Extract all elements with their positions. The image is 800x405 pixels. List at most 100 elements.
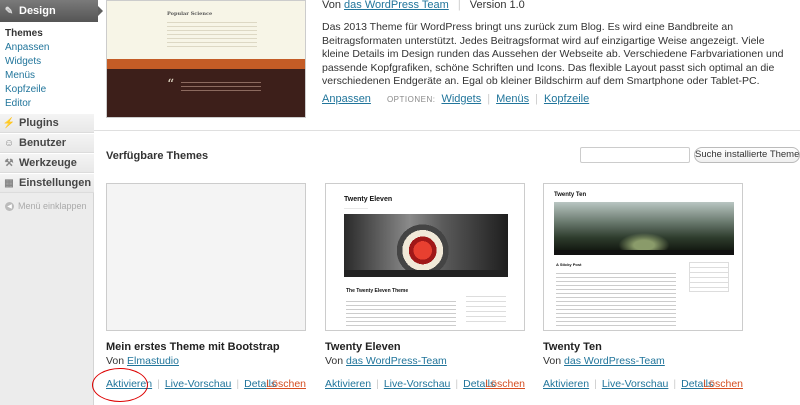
current-theme-description: Das 2013 Theme für WordPress bringt uns … [322, 21, 784, 87]
menu-design-label: Design [19, 5, 56, 17]
option-menus-link[interactable]: Menüs [496, 93, 529, 105]
design-submenu: Themes Anpassen Widgets Menüs Kopfzeile … [0, 22, 94, 114]
screenshot-nav-bar [344, 270, 508, 277]
theme-actions: Aktivieren | Live-Vorschau | Details Lös… [325, 378, 525, 390]
screenshot-site-title: Twenty Ten [554, 192, 587, 198]
screenshot-header-image [344, 214, 508, 270]
current-theme-screenshot: Popular Science “ [106, 0, 306, 118]
theme-author-link[interactable]: das WordPress-Team [564, 355, 665, 367]
screenshot-sidebar-lines [466, 292, 506, 326]
by-prefix: Von [543, 355, 562, 367]
screenshot-text-lines [167, 19, 257, 49]
screenshot-post-title: The Twenty Eleven Theme [346, 288, 409, 294]
theme-screenshot-twenty-ten[interactable]: Twenty Ten A Sticky Post [543, 183, 743, 331]
current-theme-version: Version 1.0 [469, 0, 525, 11]
search-installed-themes-button[interactable]: Suche installierte Themes [694, 147, 800, 163]
option-widgets-link[interactable]: Widgets [441, 93, 481, 105]
action-separator: | [673, 378, 677, 390]
theme-screenshot-twenty-eleven[interactable]: Twenty Eleven ———————— The Twenty Eleven… [325, 183, 525, 331]
screenshot-text-lines [556, 270, 676, 326]
menu-tools-label: Werkzeuge [19, 157, 77, 169]
menu-plugins[interactable]: ⚡ Plugins [0, 113, 94, 133]
theme-author: Von das WordPress-Team [325, 355, 525, 367]
collapse-menu-label: Menü einklappen [18, 201, 87, 211]
theme-author-link[interactable]: Elmastudio [127, 355, 179, 367]
screenshot-tagline-line: ———————— [344, 206, 368, 210]
action-separator: | [376, 378, 379, 390]
screenshot-site-title: Twenty Eleven [344, 196, 393, 203]
screenshot-orange-band [107, 59, 305, 69]
tools-icon: ⚒ [4, 157, 14, 169]
byline-separator: | [457, 0, 461, 11]
menu-tools[interactable]: ⚒ Werkzeuge [0, 153, 94, 173]
theme-author: Von das WordPress-Team [543, 355, 743, 367]
option-header-link[interactable]: Kopfzeile [544, 93, 589, 105]
by-prefix: Von [322, 0, 341, 11]
menu-settings-label: Einstellungen [19, 177, 92, 189]
theme-actions: Aktivieren | Live-Vorschau | Details Lös… [543, 378, 743, 390]
submenu-editor[interactable]: Editor [0, 96, 94, 110]
submenu-customize[interactable]: Anpassen [0, 40, 94, 54]
menu-settings[interactable]: ▦ Einstellungen [0, 173, 94, 193]
activate-link[interactable]: Aktivieren [543, 378, 589, 390]
screenshot-post-title: A Sticky Post [556, 262, 582, 267]
live-preview-link[interactable]: Live-Vorschau [384, 378, 451, 390]
theme-card-twenty-eleven: Twenty Eleven ———————— The Twenty Eleven… [325, 183, 525, 390]
options-label: OPTIONEN: [386, 94, 436, 104]
screenshot-post-title: Popular Science [167, 11, 213, 17]
current-theme-info: Von das WordPress Team | Version 1.0 Das… [322, 0, 792, 105]
delete-link[interactable]: Löschen [703, 378, 743, 390]
menu-users-label: Benutzer [19, 137, 67, 149]
available-themes-heading: Verfügbare Themes [106, 150, 209, 162]
action-separator: | [157, 378, 160, 390]
live-preview-link[interactable]: Live-Vorschau [602, 378, 669, 390]
quote-icon: “ [167, 77, 175, 93]
theme-name: Mein erstes Theme mit Bootstrap [106, 341, 280, 353]
delete-link[interactable]: Löschen [266, 378, 306, 390]
brush-icon: ✎ [4, 5, 14, 17]
settings-icon: ▦ [4, 177, 14, 189]
section-divider [94, 130, 800, 131]
menu-users[interactable]: ☺ Benutzer [0, 133, 94, 153]
screenshot-header-image [554, 202, 734, 250]
submenu-widgets[interactable]: Widgets [0, 54, 94, 68]
action-separator: | [236, 378, 240, 390]
submenu-header[interactable]: Kopfzeile [0, 82, 94, 96]
collapse-menu[interactable]: ◀ Menü einklappen [0, 198, 94, 214]
activate-link[interactable]: Aktivieren [325, 378, 371, 390]
by-prefix: Von [325, 355, 344, 367]
theme-author: Von Elmastudio [106, 355, 306, 367]
highlight-circle-annotation [92, 368, 148, 402]
theme-name: Twenty Ten [543, 341, 602, 353]
screenshot-text-lines [346, 298, 456, 326]
screenshot-dark-band: “ [107, 69, 305, 117]
current-theme-author-link[interactable]: das WordPress Team [344, 0, 449, 11]
theme-name: Twenty Eleven [325, 341, 401, 353]
menu-design[interactable]: ✎ Design [0, 0, 103, 22]
action-separator: | [455, 378, 459, 390]
screenshot-quote-lines [181, 79, 261, 93]
theme-search-input[interactable] [580, 147, 690, 163]
admin-sidebar: ✎ Design Themes Anpassen Widgets Menüs K… [0, 0, 103, 405]
by-prefix: Von [106, 355, 125, 367]
submenu-themes[interactable]: Themes [0, 26, 94, 40]
screenshot-nav-bar [554, 250, 734, 255]
current-theme-options: Anpassen OPTIONEN: Widgets | Menüs | Kop… [322, 93, 589, 105]
menu-plugins-label: Plugins [19, 117, 59, 129]
screenshot-header-area: Popular Science [107, 1, 305, 59]
theme-card-bootstrap: Mein erstes Theme mit Bootstrap Von Elma… [106, 183, 306, 390]
theme-screenshot-placeholder[interactable] [106, 183, 306, 331]
action-separator: | [594, 378, 597, 390]
live-preview-link[interactable]: Live-Vorschau [165, 378, 232, 390]
plug-icon: ⚡ [2, 117, 16, 129]
users-icon: ☺ [3, 137, 15, 149]
option-separator: | [487, 93, 491, 105]
customize-link[interactable]: Anpassen [322, 93, 371, 105]
submenu-menus[interactable]: Menüs [0, 68, 94, 82]
delete-link[interactable]: Löschen [485, 378, 525, 390]
theme-author-link[interactable]: das WordPress-Team [346, 355, 447, 367]
theme-card-twenty-ten: Twenty Ten A Sticky Post Twenty Ten Von … [543, 183, 743, 390]
current-theme-byline: Von das WordPress Team | Version 1.0 [322, 0, 792, 13]
collapse-arrow-icon: ◀ [5, 201, 14, 211]
option-separator: | [535, 93, 538, 105]
